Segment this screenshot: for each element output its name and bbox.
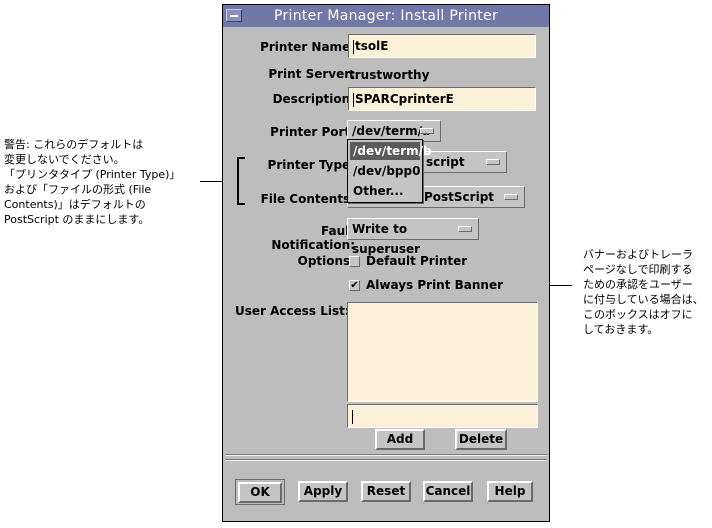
description-value: SPARCprinterE (355, 92, 454, 106)
printer-name-field[interactable]: tsolE (348, 34, 536, 58)
option-menu-indicator-icon (458, 226, 472, 232)
right-annotation: バナーおよびトレーラ ページなしで印刷する ための承認をユーザー に付与している… (583, 247, 709, 337)
left-note-line: 変更しないでください。 (4, 153, 125, 166)
add-button[interactable]: Add (375, 429, 425, 450)
fault-notification-menu[interactable]: Write to superuser (347, 218, 479, 256)
default-printer-label: Default Printer (366, 254, 468, 268)
checkmark-icon: ✔ (350, 280, 359, 291)
printer-name-label: Printer Name: (260, 40, 355, 54)
cancel-button[interactable]: Cancel (423, 481, 473, 502)
separator (225, 459, 547, 461)
right-note-line: バナーおよびトレーラ (583, 248, 693, 261)
option-menu-indicator-icon (504, 194, 518, 200)
text-cursor-icon (352, 409, 353, 424)
port-option[interactable]: Other... (350, 182, 420, 200)
fault-notification-value: Write to superuser (352, 222, 421, 256)
always-print-banner-label: Always Print Banner (366, 278, 504, 292)
right-note-line: ページなしで印刷する (583, 263, 693, 276)
install-printer-window: Printer Manager: Install Printer Printer… (222, 4, 550, 522)
text-cursor-icon (353, 39, 354, 54)
apply-button[interactable]: Apply (298, 481, 348, 502)
user-access-list[interactable] (347, 302, 538, 402)
text-cursor-icon (353, 92, 354, 107)
left-note-line: PostScript のままにします。 (4, 213, 150, 226)
printer-port-dropdown: /dev/term/b /dev/bpp0 Other... (347, 139, 432, 203)
description-label: Description: (272, 92, 355, 106)
reset-button[interactable]: Reset (361, 481, 411, 502)
help-button[interactable]: Help (487, 481, 533, 502)
option-menu-indicator-icon (486, 159, 500, 165)
user-access-list-label: User Access List: (235, 304, 350, 318)
printer-name-value: tsolE (355, 39, 389, 53)
left-note-line: および「ファイルの形式 (File (4, 183, 152, 196)
right-note-line: しておきます。 (583, 323, 659, 336)
right-note-line: に付与している場合は、 (583, 293, 704, 306)
option-menu-indicator-icon (420, 128, 434, 134)
printer-port-label: Printer Port: (270, 125, 355, 139)
port-option[interactable]: /dev/bpp0 (350, 162, 420, 180)
left-note-line: 警告: これらのデフォルトは (4, 138, 144, 151)
print-server-value: trustworthy (349, 68, 430, 82)
bracket (237, 157, 245, 205)
title-bar: Printer Manager: Install Printer (223, 5, 549, 27)
window-title: Printer Manager: Install Printer (273, 8, 499, 24)
right-note-line: このボックスはオフに (583, 308, 693, 321)
always-print-banner-checkbox[interactable]: ✔ (349, 280, 360, 291)
user-access-input[interactable] (347, 404, 538, 428)
left-note-line: 「プリンタタイプ (Printer Type)」 (4, 168, 181, 181)
description-field[interactable]: SPARCprinterE (348, 87, 536, 111)
right-note-line: ための承認をユーザー (583, 278, 693, 291)
printer-port-value: /dev/term/a (352, 124, 431, 138)
port-option[interactable]: /dev/term/b (350, 142, 432, 160)
window-menu-icon[interactable] (226, 9, 242, 22)
left-annotation: 警告: これらのデフォルトは 変更しないでください。 「プリンタタイプ (Pri… (4, 137, 204, 227)
delete-button[interactable]: Delete (455, 429, 507, 450)
printer-type-label: Printer Type: (267, 158, 355, 172)
ok-button[interactable]: OK (238, 482, 282, 503)
options-label: Options: (297, 254, 355, 268)
print-server-label: Print Server: (268, 67, 355, 81)
file-contents-label: File Contents: (260, 192, 355, 206)
fault-notification-label: Fault Notification: (271, 224, 355, 252)
file-contents-value: PostScript (424, 190, 495, 204)
default-printer-checkbox[interactable] (349, 256, 360, 267)
separator (225, 454, 547, 456)
left-note-line: Contents)」はデフォルトの (4, 198, 146, 211)
